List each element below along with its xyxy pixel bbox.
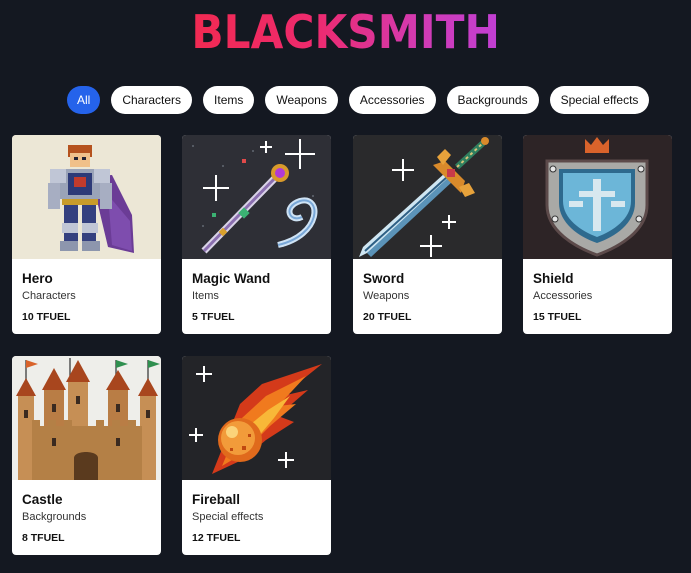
product-name: Castle: [22, 492, 63, 507]
product-card-hero[interactable]: Hero Characters 10 TFUEL: [12, 135, 161, 334]
filter-backgrounds[interactable]: Backgrounds: [446, 86, 539, 114]
product-category: Characters: [22, 290, 76, 302]
product-category: Accessories: [533, 290, 593, 302]
product-category: Items: [192, 290, 219, 302]
product-price: 5 TFUEL: [192, 311, 235, 323]
armored-hero-icon: [12, 135, 161, 259]
product-card-sword[interactable]: Sword Weapons 20 TFUEL: [353, 135, 502, 334]
magic-wand-icon: [182, 135, 331, 259]
filter-special-effects[interactable]: Special effects: [549, 86, 650, 114]
product-card-castle[interactable]: Castle Backgrounds 8 TFUEL: [12, 356, 161, 555]
category-filter-bar: All Characters Items Weapons Accessories…: [67, 86, 650, 114]
product-price: 8 TFUEL: [22, 532, 65, 544]
product-category: Backgrounds: [22, 511, 87, 523]
product-name: Magic Wand: [192, 271, 271, 286]
brand-logo-text: BLACKSMITH: [191, 5, 500, 59]
product-price: 10 TFUEL: [22, 311, 71, 323]
product-price: 12 TFUEL: [192, 532, 241, 544]
product-name: Shield: [533, 271, 574, 286]
product-name: Sword: [363, 271, 405, 286]
brand-logo: BLACKSMITH: [0, 8, 691, 56]
product-price: 20 TFUEL: [363, 311, 412, 323]
filter-all[interactable]: All: [67, 86, 101, 114]
sword-icon: [353, 135, 502, 259]
product-card-magic-wand[interactable]: Magic Wand Items 5 TFUEL: [182, 135, 331, 334]
filter-characters[interactable]: Characters: [111, 86, 193, 114]
castle-icon: [12, 356, 161, 480]
product-name: Fireball: [192, 492, 241, 507]
filter-items[interactable]: Items: [203, 86, 255, 114]
filter-weapons[interactable]: Weapons: [265, 86, 338, 114]
product-card-fireball[interactable]: Fireball Special effects 12 TFUEL: [182, 356, 331, 555]
filter-accessories[interactable]: Accessories: [348, 86, 436, 114]
product-category: Special effects: [192, 511, 264, 523]
product-card-shield[interactable]: Shield Accessories 15 TFUEL: [523, 135, 672, 334]
product-name: Hero: [22, 271, 53, 286]
product-price: 15 TFUEL: [533, 311, 582, 323]
shield-icon: [523, 135, 672, 259]
fireball-icon: [182, 356, 331, 480]
product-category: Weapons: [363, 290, 410, 302]
